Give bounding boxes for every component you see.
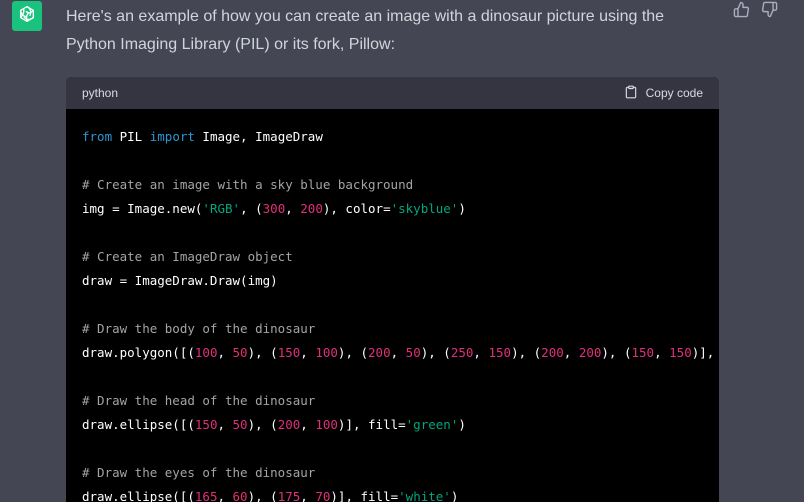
code-block-header: python Copy code — [66, 77, 719, 109]
code-token: , — [285, 201, 301, 216]
code-token: , — [300, 417, 316, 432]
assistant-message: Here's an example of how you can create … — [0, 0, 804, 502]
code-line: draw = ImageDraw.Draw(img) — [82, 269, 703, 293]
code-token: , — [473, 345, 489, 360]
code-token: 150 — [669, 345, 692, 360]
code-token: , — [300, 345, 316, 360]
code-line: # Draw the eyes of the dinosaur — [82, 461, 703, 485]
code-token: )], fill= — [337, 417, 406, 432]
code-token: 175 — [277, 489, 301, 502]
code-token: 50 — [232, 345, 248, 360]
code-token: 300 — [262, 201, 286, 216]
copy-code-label: Copy code — [645, 86, 703, 100]
code-token: 'green' — [405, 417, 459, 432]
code-line: draw.polygon([(100, 50), (150, 100), (20… — [82, 341, 714, 365]
code-token: 'white' — [398, 489, 451, 502]
code-token: 200 — [368, 345, 391, 360]
code-token: # Create an image with a sky blue backgr… — [82, 177, 414, 192]
code-token: # Draw the head of the dinosaur — [82, 393, 316, 408]
code-line: draw.ellipse([(150, 50), (200, 100)], fi… — [82, 413, 703, 437]
like-button[interactable] — [732, 1, 750, 23]
code-token: 100 — [315, 345, 338, 360]
message-text: Here's an example of how you can create … — [66, 8, 665, 53]
code-token: 200 — [541, 345, 564, 360]
code-token: ), ( — [601, 345, 632, 360]
openai-logo-icon — [16, 3, 38, 30]
code-token: draw.ellipse([( — [82, 489, 195, 502]
code-token: ), ( — [420, 345, 451, 360]
code-token: import — [149, 129, 195, 144]
code-token: 100 — [194, 345, 218, 360]
code-token: , — [563, 345, 579, 360]
code-token: # Draw the eyes of the dinosaur — [82, 465, 316, 480]
code-line: from PIL import Image, ImageDraw — [82, 125, 703, 149]
code-token: 200 — [578, 345, 602, 360]
code-token: , — [217, 489, 233, 502]
code-block: python Copy code from PIL import Image, … — [66, 77, 719, 502]
code-token: , — [217, 417, 233, 432]
code-token: 60 — [232, 489, 248, 502]
code-token: ) — [450, 489, 459, 502]
code-token: img = Image.new( — [82, 201, 203, 216]
code-token: 150 — [631, 345, 655, 360]
code-language-label: python — [82, 86, 119, 100]
dislike-button[interactable] — [760, 1, 778, 23]
code-line: # Draw the body of the dinosaur — [82, 317, 703, 341]
code-token: ), ( — [247, 345, 278, 360]
code-line: # Create an image with a sky blue backgr… — [82, 173, 703, 197]
code-token: 150 — [194, 417, 218, 432]
code-token: 150 — [488, 345, 512, 360]
code-token: 100 — [315, 417, 338, 432]
code-content[interactable]: from PIL import Image, ImageDraw # Creat… — [66, 109, 719, 502]
code-token: 250 — [450, 345, 474, 360]
copy-code-button[interactable]: Copy code — [624, 85, 703, 102]
code-token: 'skyblue' — [390, 201, 459, 216]
code-token: ), ( — [511, 345, 542, 360]
code-token: # Draw the body of the dinosaur — [82, 321, 316, 336]
code-line: # Draw the head of the dinosaur — [82, 389, 703, 413]
code-token: )], fill=' — [691, 345, 715, 360]
code-token: ) — [458, 417, 466, 432]
code-token: 'RGB' — [202, 201, 241, 216]
code-token: Image, ImageDraw — [194, 129, 323, 144]
code-token: 165 — [194, 489, 218, 502]
code-token: draw.ellipse([( — [82, 417, 195, 432]
code-token: 70 — [315, 489, 331, 502]
code-token: , ( — [240, 201, 263, 216]
message-actions — [732, 1, 778, 23]
code-token: 150 — [277, 345, 301, 360]
code-line: # Create an ImageDraw object — [82, 245, 703, 269]
code-token: PIL — [112, 129, 150, 144]
thumbs-up-icon — [733, 1, 750, 23]
code-token: , — [217, 345, 233, 360]
code-token: ), color= — [322, 201, 391, 216]
clipboard-icon — [624, 85, 638, 102]
code-token: 200 — [277, 417, 301, 432]
thumbs-down-icon — [761, 1, 778, 23]
code-token: # Create an ImageDraw object — [82, 249, 293, 264]
code-line: img = Image.new('RGB', (300, 200), color… — [82, 197, 703, 221]
code-line: draw.ellipse([(165, 60), (175, 70)], fil… — [82, 485, 703, 502]
code-token: draw = ImageDraw.Draw(img) — [82, 273, 278, 288]
code-token: draw.polygon([( — [82, 345, 195, 360]
code-token: ), ( — [247, 489, 278, 502]
code-token: 50 — [405, 345, 421, 360]
code-token: from — [82, 129, 113, 144]
code-token: , — [390, 345, 406, 360]
code-token: ), ( — [247, 417, 278, 432]
code-token: )], fill= — [330, 489, 399, 502]
code-token: ), ( — [337, 345, 369, 360]
code-token: , — [300, 489, 316, 502]
code-token: 50 — [232, 417, 248, 432]
code-token: , — [654, 345, 670, 360]
code-token: 200 — [300, 201, 323, 216]
assistant-avatar — [12, 1, 42, 31]
code-token: ) — [458, 201, 466, 216]
